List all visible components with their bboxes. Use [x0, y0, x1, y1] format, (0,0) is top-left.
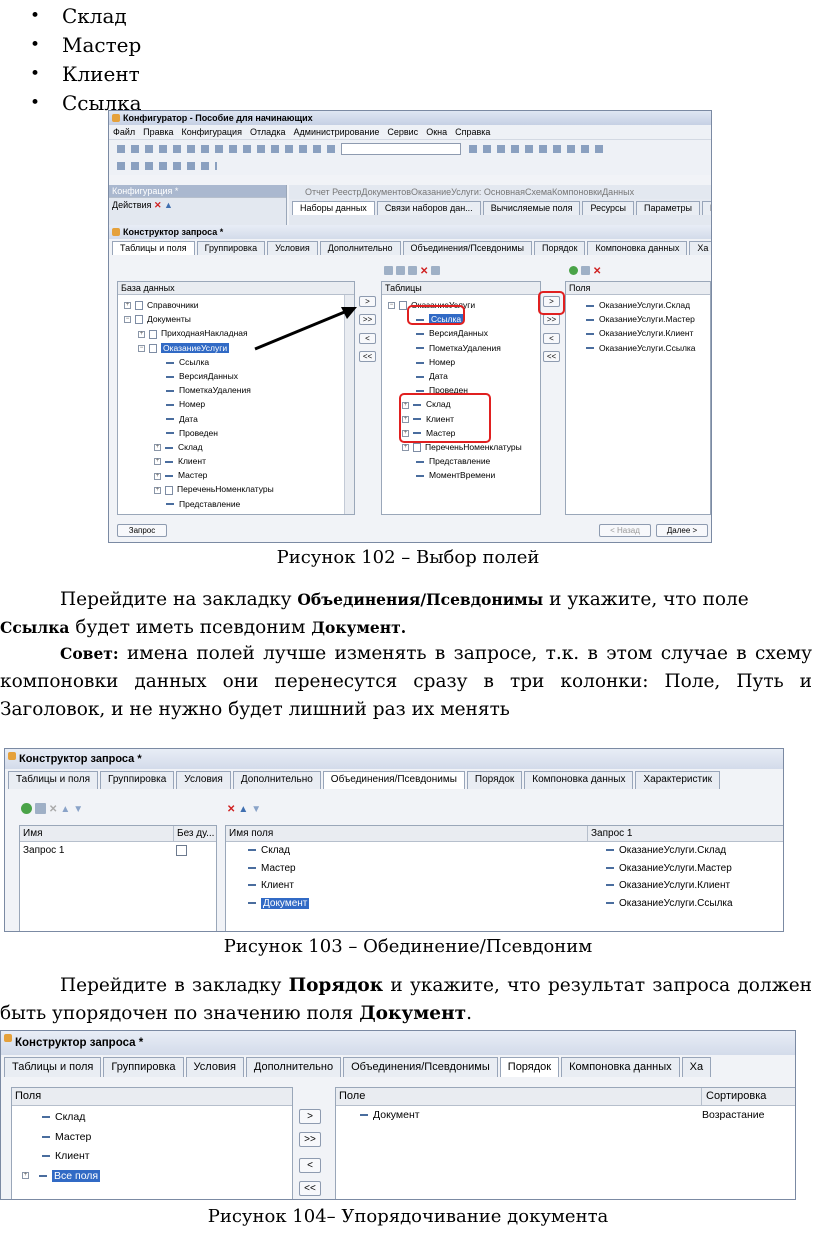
- arrow-down-icon[interactable]: ▼: [251, 804, 261, 815]
- list-item[interactable]: Склад: [12, 1108, 292, 1128]
- col-query-1: Запрос 1: [587, 826, 632, 841]
- table-row[interactable]: Документ Возрастание: [336, 1106, 795, 1126]
- query-tabs: Таблицы и поля Группировка Условия Допол…: [1, 1055, 795, 1077]
- arrow-up-icon[interactable]: ▲: [238, 804, 248, 815]
- field-icon: [42, 1116, 50, 1119]
- aliases-header: Имя поля Запрос 1: [226, 826, 783, 842]
- field-icon: [360, 1114, 368, 1117]
- arrow-down-icon[interactable]: ▼: [73, 804, 83, 815]
- queries-header: Имя Без ду...: [20, 826, 216, 842]
- list-item[interactable]: Клиент: [12, 1147, 292, 1167]
- table-row[interactable]: Мастер ОказаниеУслуги.Мастер: [226, 860, 783, 878]
- tab-unions-aliases[interactable]: Объединения/Псевдонимы: [343, 1057, 498, 1077]
- remove-field-button[interactable]: <: [299, 1158, 321, 1173]
- paragraph-order: Перейдите в закладку Порядок и укажите, …: [0, 975, 812, 1024]
- add-icon[interactable]: [21, 803, 32, 815]
- expand-icon[interactable]: +: [22, 1172, 29, 1180]
- queries-panel: Имя Без ду... Запрос 1: [19, 825, 217, 931]
- right-toolbar: ✕ ▲ ▼: [227, 803, 307, 817]
- fields-header: Поля: [12, 1088, 292, 1106]
- tab-grouping[interactable]: Группировка: [99, 771, 175, 789]
- copy-icon[interactable]: [35, 803, 46, 815]
- figure-103-screenshot: Конструктор запроса * Таблицы и поля Гру…: [4, 748, 784, 932]
- tab-data-composition[interactable]: Компоновка данных: [561, 1057, 680, 1077]
- tab-unions-aliases[interactable]: Объединения/Псевдонимы: [322, 771, 465, 789]
- order-panel: Поле Сортировка Документ Возрастание: [335, 1087, 795, 1199]
- tab-characteristics[interactable]: Характеристик: [635, 771, 721, 789]
- add-field-button[interactable]: >: [299, 1109, 321, 1124]
- alias-input[interactable]: Документ: [261, 897, 310, 909]
- col-field-name: Имя поля: [229, 828, 274, 839]
- sort-direction[interactable]: Возрастание: [698, 1109, 765, 1121]
- field-icon: [606, 849, 614, 852]
- field-icon: [248, 866, 256, 869]
- field-icon: [248, 901, 256, 904]
- field-icon: [606, 884, 614, 887]
- table-row[interactable]: Документ ОказаниеУслуги.Ссылка: [226, 895, 783, 913]
- remove-all-fields-button[interactable]: <<: [299, 1181, 321, 1196]
- delete-icon[interactable]: ✕: [49, 804, 57, 815]
- list-item[interactable]: Мастер: [12, 1128, 292, 1148]
- field-icon: [42, 1155, 50, 1158]
- figure-103-caption: Рисунок 103 – Обединение/Псевдоним: [223, 936, 593, 957]
- no-duplicates-checkbox[interactable]: [176, 845, 187, 856]
- bullet-list: Склад Мастер Клиент Ссылка: [30, 2, 142, 118]
- arrow-annotation: [254, 307, 357, 351]
- tab-order[interactable]: Порядок: [466, 771, 523, 789]
- list-item[interactable]: + Все поля: [12, 1167, 292, 1187]
- table-row[interactable]: Клиент ОказаниеУслуги.Клиент: [226, 877, 783, 895]
- tab-more[interactable]: Ха: [681, 1057, 712, 1077]
- field-icon: [606, 901, 614, 904]
- tab-data-composition[interactable]: Компоновка данных: [524, 771, 634, 789]
- arrow-up-icon[interactable]: ▲: [60, 804, 70, 815]
- query-tabs: Таблицы и поля Группировка Условия Допол…: [5, 769, 783, 789]
- left-toolbar: ✕ ▲ ▼: [21, 803, 141, 817]
- figure-102-caption: Рисунок 102 – Выбор полей: [276, 547, 540, 568]
- col-name: Имя: [23, 828, 43, 839]
- tab-conditions[interactable]: Условия: [185, 1057, 244, 1077]
- aliases-panel: Имя поля Запрос 1 Склад ОказаниеУслуги.Ск…: [225, 825, 783, 931]
- table-row[interactable]: Склад ОказаниеУслуги.Склад: [226, 842, 783, 860]
- tab-grouping[interactable]: Группировка: [103, 1057, 184, 1077]
- tab-order[interactable]: Порядок: [499, 1057, 560, 1077]
- field-icon: [248, 884, 256, 887]
- tab-conditions[interactable]: Условия: [176, 771, 231, 789]
- order-fields-panel: Поля Склад Мастер Клиент + Все поля: [11, 1087, 293, 1199]
- figure-104-caption: Рисунок 104– Упорядочивание документа: [207, 1206, 609, 1227]
- col-field: Поле: [339, 1090, 366, 1102]
- col-sort: Сортировка: [701, 1088, 766, 1105]
- figure-102-screenshot: Конфигуратор - Пособие для начинающих Фа…: [108, 110, 712, 543]
- tab-tables-fields[interactable]: Таблицы и поля: [8, 771, 98, 789]
- add-all-fields-button[interactable]: >>: [299, 1132, 321, 1147]
- order-header: Поле Сортировка: [336, 1088, 795, 1106]
- delete-icon[interactable]: ✕: [227, 804, 235, 815]
- query-title: Конструктор запроса *: [1, 1031, 795, 1055]
- tab-additional[interactable]: Дополнительно: [232, 771, 321, 789]
- table-row[interactable]: Запрос 1: [20, 842, 216, 860]
- paragraph-unions: Перейдите на закладку Объединения/Псевдо…: [0, 589, 749, 638]
- field-icon: [248, 849, 256, 852]
- field-icon: [42, 1135, 50, 1138]
- paragraph-tip: Совет: имена полей лучше изменять в запр…: [0, 643, 812, 720]
- bullet-item: Склад: [30, 2, 142, 31]
- figure-104-screenshot: Конструктор запроса * Таблицы и поля Гру…: [0, 1030, 796, 1200]
- col-no-dup: Без ду...: [173, 826, 214, 841]
- bullet-item: Мастер: [30, 31, 142, 60]
- field-icon: [39, 1174, 47, 1177]
- tab-tables-fields[interactable]: Таблицы и поля: [4, 1057, 102, 1077]
- bullet-item: Клиент: [30, 60, 142, 89]
- tab-additional[interactable]: Дополнительно: [245, 1057, 342, 1077]
- query-title: Конструктор запроса *: [5, 749, 783, 769]
- field-icon: [606, 866, 614, 869]
